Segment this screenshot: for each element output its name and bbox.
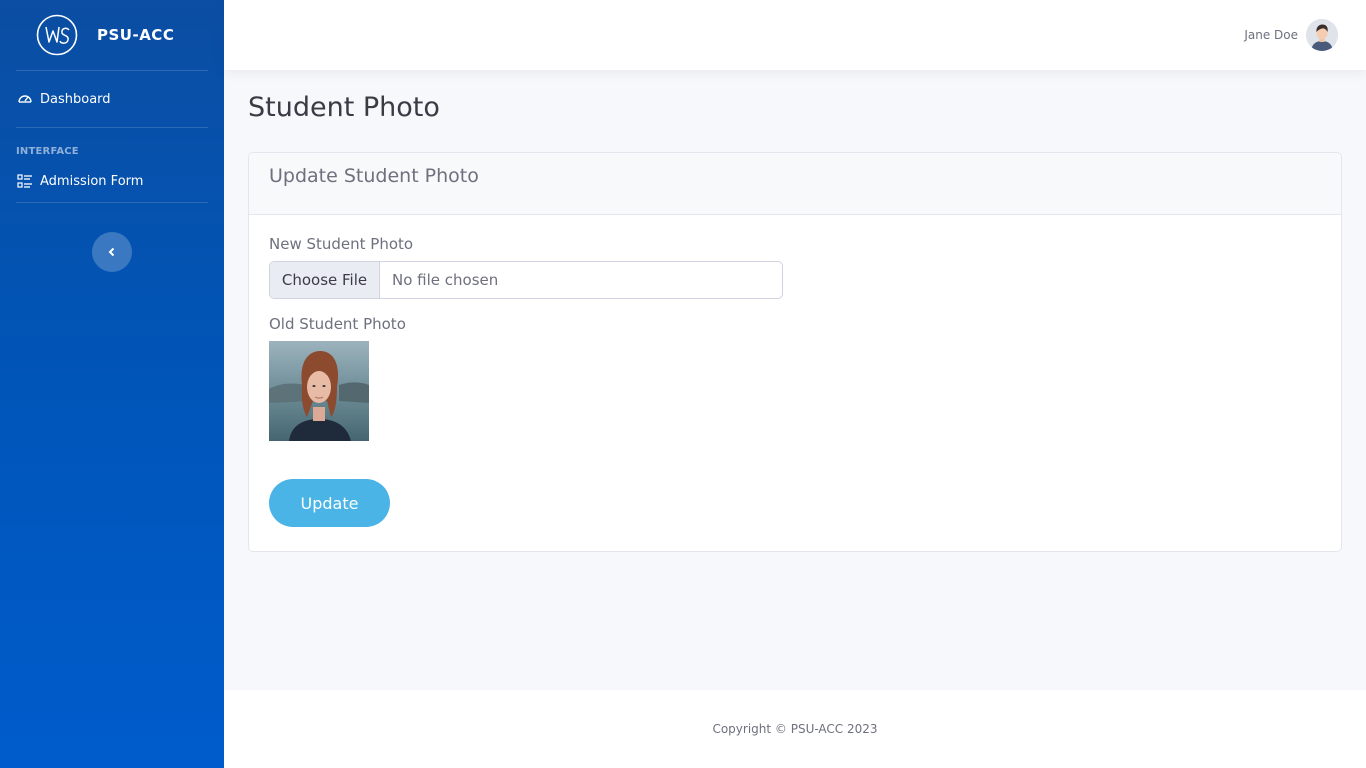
topbar: Jane Doe — [224, 0, 1366, 70]
sidebar-item-label: Dashboard — [40, 91, 111, 107]
choose-file-button[interactable]: Choose File — [270, 262, 380, 298]
sidebar-item-dashboard[interactable]: Dashboard — [0, 71, 224, 127]
brand[interactable]: PSU-ACC — [0, 0, 224, 70]
new-photo-label: New Student Photo — [269, 235, 414, 253]
user-name: Jane Doe — [1244, 28, 1298, 42]
sidebar-item-label: Admission Form — [40, 173, 144, 189]
sidebar: PSU-ACC Dashboard INTERFACE Admission Fo… — [0, 0, 224, 768]
card-header: Update Student Photo — [249, 153, 1341, 215]
footer: Copyright © PSU-ACC 2023 — [224, 690, 1366, 768]
old-photo-label: Old Student Photo — [269, 315, 406, 333]
brand-name: PSU-ACC — [97, 26, 175, 44]
brand-logo-icon — [36, 14, 78, 56]
update-button[interactable]: Update — [269, 479, 390, 527]
card-body: New Student Photo Choose File No file ch… — [249, 215, 1341, 547]
chevron-left-icon — [108, 247, 115, 257]
speedometer-icon — [16, 91, 33, 108]
checklist-icon — [16, 173, 33, 190]
sidebar-toggle-button[interactable] — [92, 232, 132, 272]
avatar[interactable] — [1306, 19, 1338, 51]
copyright-text: Copyright © PSU-ACC 2023 — [712, 722, 878, 736]
user-menu[interactable]: Jane Doe — [1244, 19, 1338, 51]
avatar-icon — [1306, 19, 1338, 51]
sidebar-heading: INTERFACE — [16, 146, 79, 157]
file-status: No file chosen — [392, 271, 499, 289]
file-input[interactable]: Choose File No file chosen — [269, 261, 783, 299]
sidebar-item-admission-form[interactable]: Admission Form — [0, 160, 224, 202]
sidebar-divider — [16, 202, 208, 203]
update-photo-card: Update Student Photo New Student Photo C… — [248, 152, 1342, 552]
old-student-photo — [269, 341, 369, 441]
page-title: Student Photo — [248, 92, 440, 123]
